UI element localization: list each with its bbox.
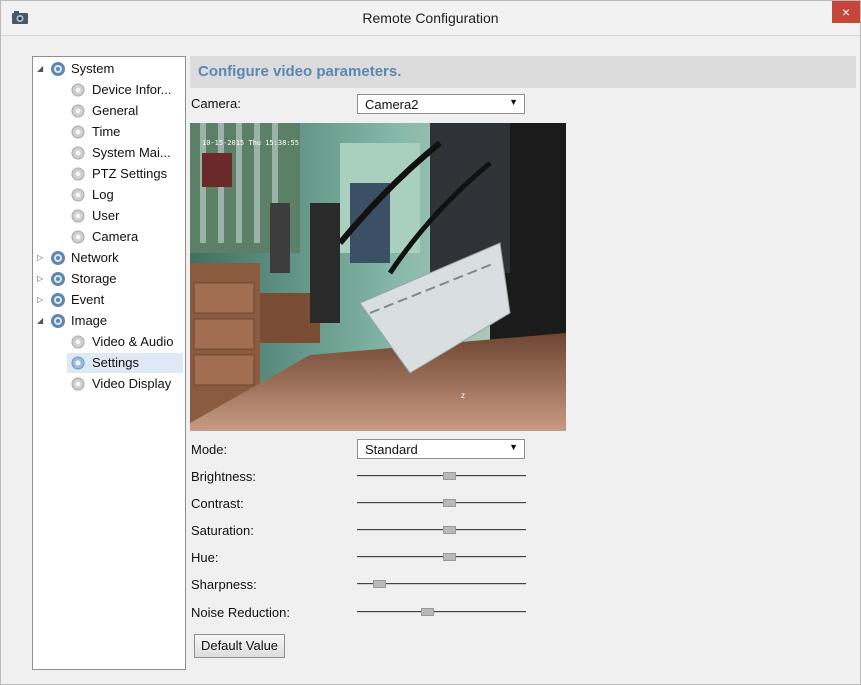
expanded-arrow-icon[interactable]: ◢ <box>37 316 47 326</box>
sharpness-label: Sharpness: <box>191 577 257 592</box>
brightness-label: Brightness: <box>191 469 257 484</box>
slider-track <box>357 529 526 531</box>
default-value-button[interactable]: Default Value <box>194 634 285 658</box>
noise-reduction-slider[interactable] <box>357 606 526 618</box>
collapsed-arrow-icon[interactable]: ▷ <box>37 274 47 284</box>
storage-gear-icon <box>51 272 65 286</box>
tree-item-log[interactable]: Log <box>33 185 183 205</box>
gear-icon <box>71 230 85 244</box>
gear-icon <box>71 209 85 223</box>
tree-item-label: Image <box>71 313 108 328</box>
tree-item-label: User <box>92 208 120 223</box>
gear-icon <box>71 125 85 139</box>
slider-thumb[interactable] <box>421 608 434 616</box>
tree-group-image[interactable]: ◢ Image <box>33 311 183 331</box>
saturation-slider[interactable] <box>357 524 526 536</box>
tree-item-settings[interactable]: Settings <box>67 353 183 373</box>
tree-item-video-display[interactable]: Video Display <box>33 374 183 394</box>
collapsed-arrow-icon[interactable]: ▷ <box>37 295 47 305</box>
gear-icon <box>71 188 85 202</box>
contrast-label: Contrast: <box>191 496 244 511</box>
tree-item-label: System Mai... <box>92 145 171 160</box>
camera-select-value: Camera2 <box>365 97 419 112</box>
expanded-arrow-icon[interactable]: ◢ <box>37 64 47 74</box>
mode-select-value: Standard <box>365 442 418 457</box>
tree-item-label: Storage <box>71 271 117 286</box>
tree-item-system-maintenance[interactable]: System Mai... <box>33 143 183 163</box>
tree-item-label: General <box>92 103 139 118</box>
sharpness-slider[interactable] <box>357 578 526 590</box>
tree-item-camera[interactable]: Camera <box>33 227 183 247</box>
navigation-tree: ◢ System Device Infor... General Time Sy… <box>32 56 186 670</box>
tree-item-label: Device Infor... <box>92 82 172 97</box>
hue-slider[interactable] <box>357 551 526 563</box>
tree-item-time[interactable]: Time <box>33 122 183 142</box>
tree-item-ptz-settings[interactable]: PTZ Settings <box>33 164 183 184</box>
gear-icon <box>71 167 85 181</box>
slider-track <box>357 502 526 504</box>
dropdown-arrow-icon: ▼ <box>509 442 518 452</box>
brightness-slider[interactable] <box>357 470 526 482</box>
dropdown-arrow-icon: ▼ <box>509 97 518 107</box>
tree-item-label: Log <box>92 187 114 202</box>
title-bar: Remote Configuration × <box>1 1 860 36</box>
tree-item-label: Settings <box>92 355 139 370</box>
video-channel-mark: z <box>461 391 465 400</box>
tree-item-user[interactable]: User <box>33 206 183 226</box>
mode-select[interactable]: Standard ▼ <box>357 439 525 459</box>
mode-label: Mode: <box>191 442 228 457</box>
section-title: Configure video parameters. <box>198 63 402 80</box>
tree-group-network[interactable]: ▷ Network <box>33 248 183 268</box>
network-gear-icon <box>51 251 65 265</box>
tree-item-label: System <box>71 61 115 76</box>
saturation-label: Saturation: <box>191 523 254 538</box>
tree-group-event[interactable]: ▷ Event <box>33 290 183 310</box>
window-body: ◢ System Device Infor... General Time Sy… <box>1 36 860 684</box>
window-title: Remote Configuration <box>362 10 499 26</box>
gear-icon <box>71 83 85 97</box>
gear-icon <box>71 146 85 160</box>
video-preview: 10-15-2015 Thu 15:38:55 z <box>190 123 566 431</box>
collapsed-arrow-icon[interactable]: ▷ <box>37 253 47 263</box>
tree-item-label: Event <box>71 292 105 307</box>
tree-item-general[interactable]: General <box>33 101 183 121</box>
remote-configuration-window: Remote Configuration × ◢ System Device I… <box>0 0 861 685</box>
tree-group-system[interactable]: ◢ System <box>33 59 183 79</box>
slider-track <box>357 556 526 558</box>
gear-icon <box>71 356 85 370</box>
tree-item-label: Video & Audio <box>92 334 174 349</box>
tree-item-label: Video Display <box>92 376 172 391</box>
event-gear-icon <box>51 293 65 307</box>
gear-icon <box>71 377 85 391</box>
camera-label: Camera: <box>191 96 241 111</box>
tree-item-label: Camera <box>92 229 139 244</box>
tree-item-label: Time <box>92 124 121 139</box>
contrast-slider[interactable] <box>357 497 526 509</box>
tree-item-video-audio[interactable]: Video & Audio <box>33 332 183 352</box>
gear-icon <box>71 104 85 118</box>
slider-track <box>357 611 526 613</box>
camera-feed-image <box>190 123 566 431</box>
hue-label: Hue: <box>191 550 219 565</box>
settings-panel: Configure video parameters. Camera: Came… <box>190 56 858 668</box>
gear-icon <box>71 335 85 349</box>
slider-thumb[interactable] <box>443 472 456 480</box>
tree-item-label: Network <box>71 250 119 265</box>
video-timestamp: 10-15-2015 Thu 15:38:55 <box>202 139 299 147</box>
image-gear-icon <box>51 314 65 328</box>
section-header: Configure video parameters. <box>190 56 856 88</box>
tree-item-label: PTZ Settings <box>92 166 168 181</box>
tree-item-device-information[interactable]: Device Infor... <box>33 80 183 100</box>
slider-thumb[interactable] <box>373 580 386 588</box>
slider-thumb[interactable] <box>443 499 456 507</box>
noise-reduction-label: Noise Reduction: <box>191 605 290 620</box>
slider-thumb[interactable] <box>443 526 456 534</box>
tree-group-storage[interactable]: ▷ Storage <box>33 269 183 289</box>
slider-thumb[interactable] <box>443 553 456 561</box>
slider-track <box>357 475 526 477</box>
camera-select[interactable]: Camera2 ▼ <box>357 94 525 114</box>
close-button[interactable]: × <box>832 1 860 23</box>
system-gear-icon <box>51 62 65 76</box>
